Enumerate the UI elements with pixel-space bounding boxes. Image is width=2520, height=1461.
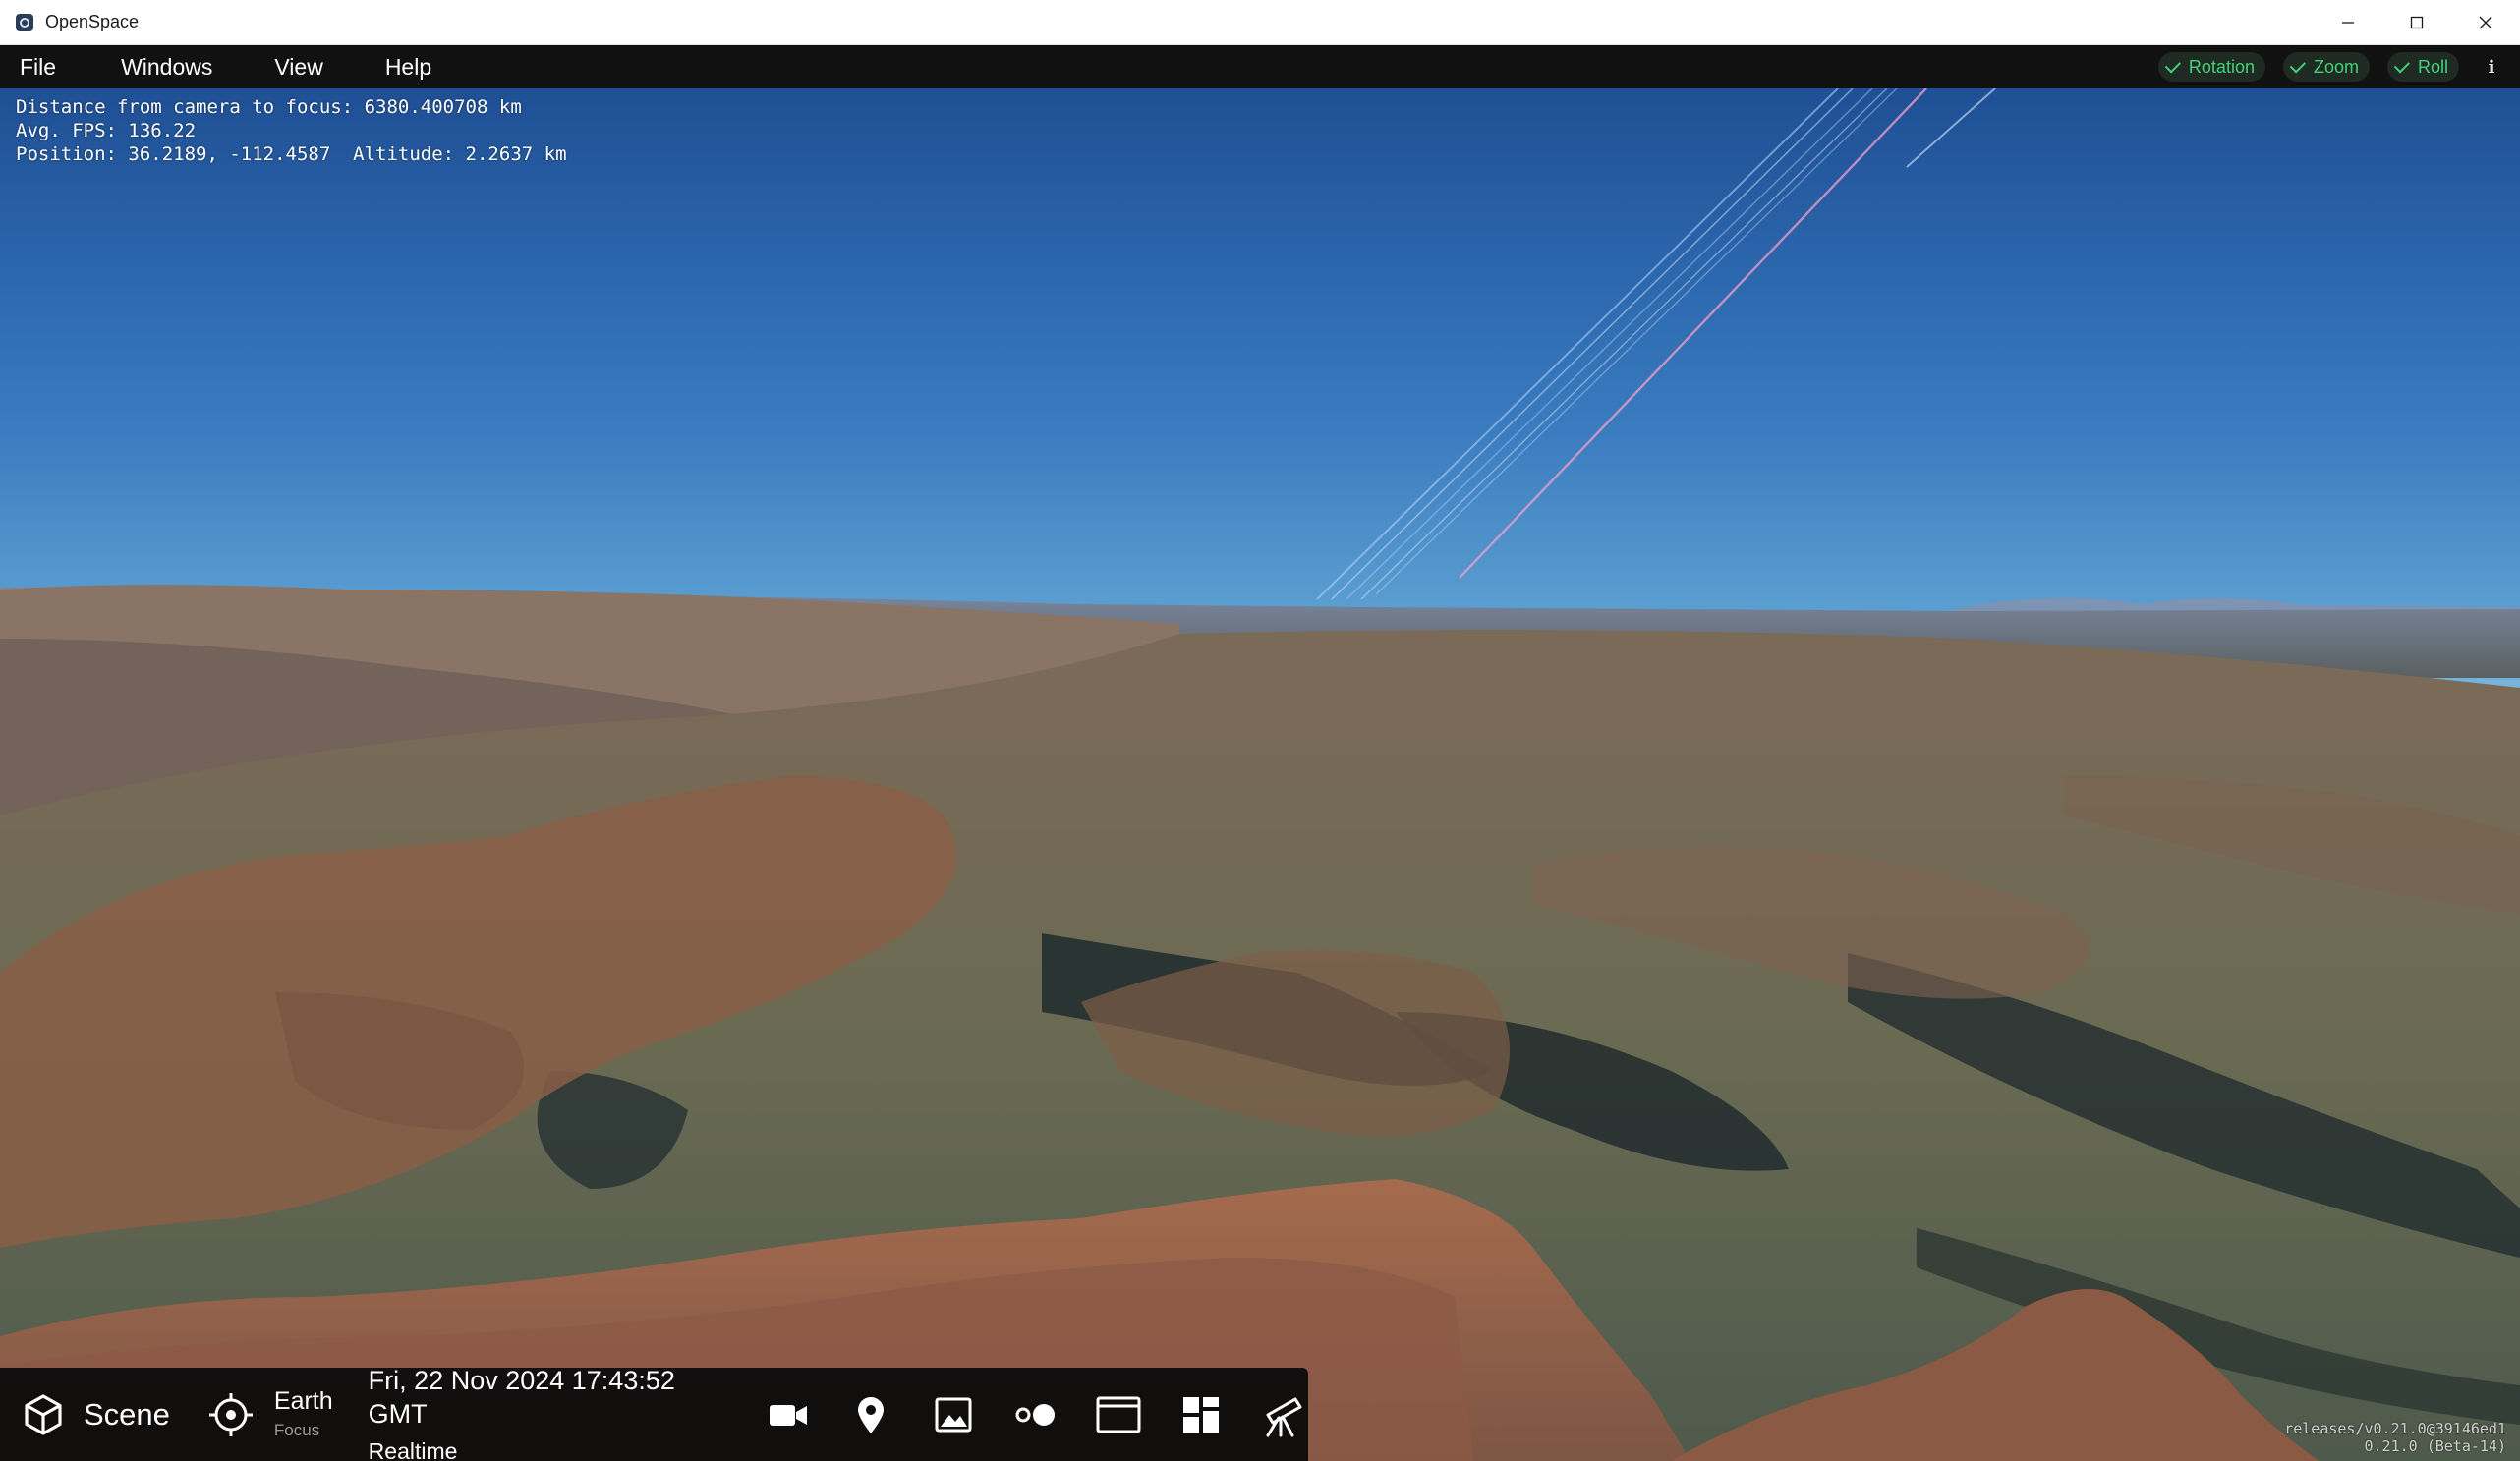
title-bar: OpenSpace	[0, 0, 2520, 45]
tool-buttons	[764, 1390, 1308, 1439]
camera-button[interactable]	[764, 1390, 813, 1439]
minimize-icon	[2342, 21, 2354, 24]
app-logo-icon	[16, 13, 33, 31]
minimize-button[interactable]	[2314, 0, 2382, 44]
exoplanets-button[interactable]	[1011, 1390, 1060, 1439]
info-icon: i	[2488, 56, 2495, 78]
navigation-button[interactable]	[846, 1390, 895, 1439]
maximize-icon	[2410, 16, 2424, 28]
bottom-taskbar: Scene Earth Focus Fri, 22 Nov 2024 17:43…	[0, 1366, 1308, 1461]
focus-name: Earth	[273, 1386, 333, 1415]
telescope-icon	[1266, 1397, 1302, 1436]
openspace-window: OpenSpace File Windows View Help Rotatio…	[0, 0, 2520, 1461]
telescope-button[interactable]	[1259, 1390, 1308, 1439]
image-icon	[935, 1397, 972, 1432]
menu-file[interactable]: File	[0, 54, 56, 81]
close-button[interactable]	[2451, 0, 2520, 44]
roll-toggle[interactable]: Roll	[2386, 52, 2459, 82]
time-date: Fri, 22 Nov 2024 17:43:52 GMT	[368, 1365, 675, 1429]
zoom-toggle-label: Zoom	[2313, 56, 2359, 77]
hud-fps: Avg. FPS: 136.22	[16, 120, 197, 141]
browser-window-icon	[1096, 1396, 1141, 1433]
window-title: OpenSpace	[45, 12, 140, 31]
zoom-toggle[interactable]: Zoom	[2282, 52, 2370, 82]
hud-overlay: Distance from camera to focus: 6380.4007…	[16, 95, 567, 166]
terrain-scene	[0, 88, 2520, 1461]
focus-caption: Focus	[273, 1420, 320, 1439]
crosshair-icon	[208, 1392, 253, 1436]
version-release: releases/v0.21.0@39146ed1	[2284, 1420, 2506, 1437]
focus-button[interactable]: Earth Focus	[190, 1368, 333, 1461]
time-mode: Realtime	[368, 1437, 458, 1461]
menu-help[interactable]: Help	[364, 54, 431, 81]
hud-distance: Distance from camera to focus: 6380.4007…	[16, 96, 522, 118]
checkmark-icon	[2289, 56, 2306, 74]
rotation-toggle-label: Rotation	[2188, 56, 2255, 77]
menu-view[interactable]: View	[253, 54, 322, 81]
camera-toggles: Rotation Zoom Roll i	[2157, 52, 2506, 82]
info-button[interactable]: i	[2477, 52, 2506, 82]
version-number: 0.21.0 (Beta-14)	[2364, 1437, 2507, 1455]
hud-position: Position: 36.2189, -112.4587 Altitude: 2…	[16, 143, 567, 165]
maximize-button[interactable]	[2382, 0, 2451, 44]
close-icon	[2479, 16, 2492, 28]
render-viewport[interactable]: Distance from camera to focus: 6380.4007…	[0, 88, 2520, 1461]
roll-toggle-label: Roll	[2417, 56, 2448, 77]
location-pin-icon	[858, 1396, 884, 1433]
version-info: releases/v0.21.0@39146ed1 0.21.0 (Beta-1…	[2284, 1420, 2506, 1455]
cube-icon	[25, 1393, 62, 1435]
scene-button[interactable]: Scene	[0, 1368, 190, 1461]
rotation-toggle[interactable]: Rotation	[2157, 52, 2265, 82]
camera-icon	[770, 1404, 807, 1426]
menu-windows[interactable]: Windows	[99, 54, 212, 81]
two-dots-icon	[1015, 1403, 1055, 1426]
checkmark-icon	[2164, 56, 2181, 74]
time-button[interactable]: Fri, 22 Nov 2024 17:43:52 GMT Realtime	[369, 1364, 726, 1461]
menu-bar: File Windows View Help Rotation Zoom Rol…	[0, 45, 2520, 88]
window-controls	[2314, 0, 2520, 44]
browser-button[interactable]	[1094, 1390, 1143, 1439]
scene-label: Scene	[84, 1396, 170, 1432]
checkmark-icon	[2393, 56, 2410, 74]
image-button[interactable]	[929, 1390, 978, 1439]
dashboard-button[interactable]	[1176, 1390, 1226, 1439]
dashboard-icon	[1183, 1396, 1219, 1433]
